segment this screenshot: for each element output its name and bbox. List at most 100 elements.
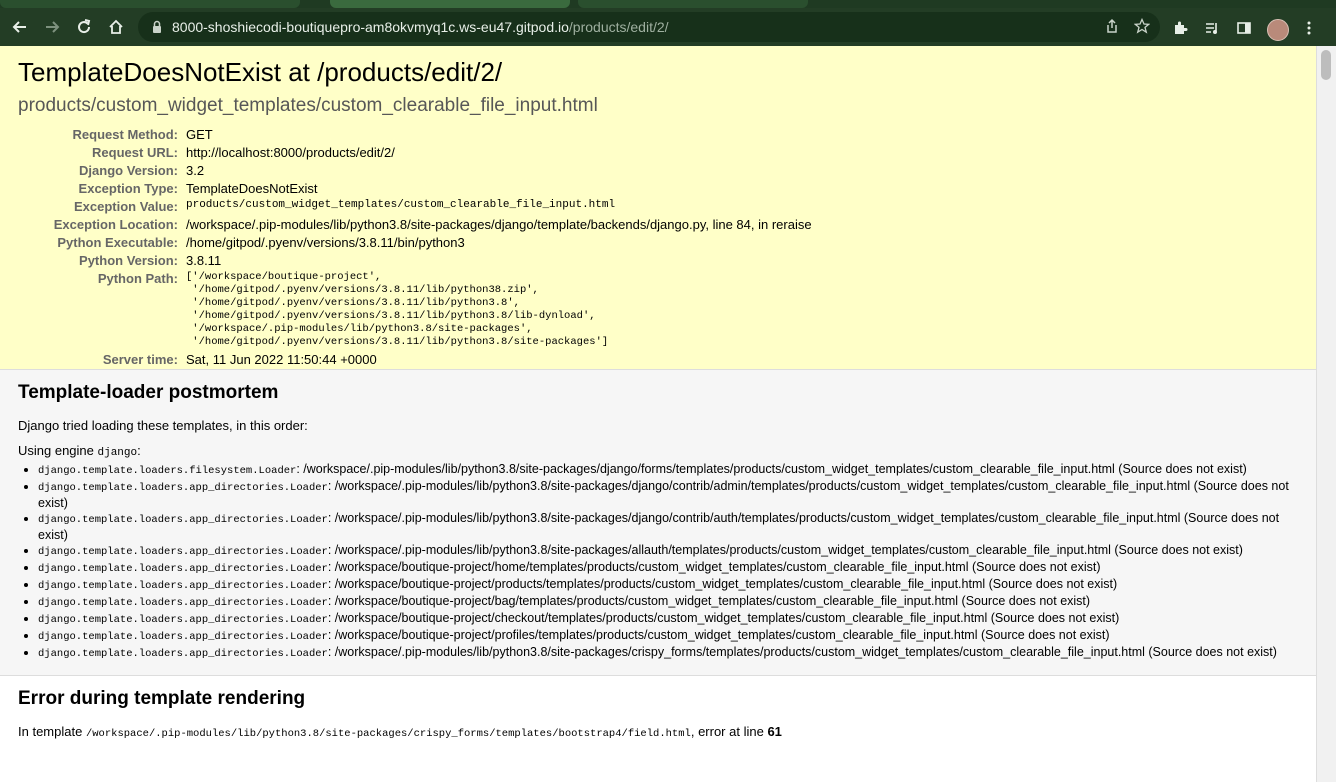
browser-tab-active[interactable]: [330, 0, 570, 8]
browser-toolbar: 8000-shoshiecodi-boutiquepro-am8okvmyq1c…: [0, 8, 1336, 46]
loader-list: django.template.loaders.filesystem.Loade…: [18, 462, 1298, 662]
meta-label: Python Version:: [79, 253, 178, 268]
reload-icon: [78, 19, 91, 34]
profile-avatar[interactable]: [1267, 19, 1289, 41]
meta-value: GET: [186, 127, 213, 142]
reload-button[interactable]: [72, 15, 96, 39]
template-loader-postmortem: Template-loader postmortem Django tried …: [0, 370, 1316, 676]
lock-icon: [153, 20, 161, 33]
loader-path: : /workspace/.pip-modules/lib/python3.8/…: [327, 645, 1277, 659]
exception-value-heading: products/custom_widget_templates/custom_…: [18, 95, 598, 116]
loader-item: django.template.loaders.app_directories.…: [38, 577, 1298, 594]
meta-label: Exception Value:: [73, 199, 178, 214]
browser-tab[interactable]: [0, 0, 300, 8]
meta-row: Python Version: 3.8.11: [18, 252, 812, 270]
meta-row: Exception Type: TemplateDoesNotExist: [18, 180, 812, 198]
rendering-error-heading: Error during template rendering: [18, 688, 306, 709]
browser-menu-button[interactable]: [1299, 18, 1319, 38]
meta-row: Request Method: GET: [18, 126, 812, 144]
postmortem-heading: Template-loader postmortem: [18, 382, 279, 403]
puzzle-icon: [1175, 21, 1188, 34]
error-summary: TemplateDoesNotExist at /products/edit/2…: [0, 46, 1316, 370]
meta-label: Exception Type:: [78, 181, 178, 196]
home-icon: [109, 19, 123, 34]
loader-item: django.template.loaders.app_directories.…: [38, 560, 1298, 577]
loader-class: django.template.loaders.app_directories.…: [38, 514, 328, 526]
meta-row: Exception Value: products/custom_widget_t…: [18, 198, 812, 216]
loader-item: django.template.loaders.app_directories.…: [38, 611, 1298, 628]
meta-value: /home/gitpod/.pyenv/versions/3.8.11/bin/…: [186, 235, 465, 250]
loader-class: django.template.loaders.app_directories.…: [38, 563, 328, 575]
meta-value: products/custom_widget_templates/custom_…: [186, 199, 616, 211]
arrow-right-icon: [46, 21, 60, 33]
rendering-line-number: 61: [767, 724, 782, 739]
request-meta-table: Request Method: GET Request URL: http://lo…: [18, 126, 812, 369]
meta-value: 3.2: [186, 163, 205, 178]
home-button[interactable]: [104, 15, 128, 39]
media-queue-icon: [1206, 23, 1217, 34]
url-text: 8000-shoshiecodi-boutiquepro-am8okvmyq1c…: [172, 19, 669, 35]
loader-class: django.template.loaders.app_directories.…: [38, 546, 328, 558]
side-panel-icon: [1237, 22, 1251, 34]
engine-prefix: Using engine: [18, 443, 98, 458]
meta-value: Sat, 11 Jun 2022 11:50:44 +0000: [186, 352, 377, 367]
tab-strip: [0, 0, 1336, 8]
meta-value: http://localhost:8000/products/edit/2/: [186, 145, 395, 160]
loader-class: django.template.loaders.app_directories.…: [38, 631, 328, 643]
python-path-value: ['/workspace/boutique-project', '/home/g…: [186, 271, 609, 348]
loader-item: django.template.loaders.filesystem.Loade…: [38, 462, 1298, 479]
loader-item: django.template.loaders.app_directories.…: [38, 511, 1298, 543]
meta-value: /workspace/.pip-modules/lib/python3.8/si…: [186, 217, 812, 232]
loader-class: django.template.loaders.filesystem.Loade…: [38, 465, 297, 477]
side-panel-button[interactable]: [1234, 18, 1254, 38]
back-button[interactable]: [8, 15, 32, 39]
scrollbar-thumb[interactable]: [1321, 50, 1331, 80]
meta-row: Exception Location: /workspace/.pip-modul…: [18, 216, 812, 234]
loader-path: : /workspace/boutique-project/profiles/t…: [327, 628, 1110, 642]
loader-path: : /workspace/boutique-project/home/templ…: [327, 560, 1101, 574]
engine-suffix: :: [137, 443, 141, 458]
url-host: 8000-shoshiecodi-boutiquepro-am8okvmyq1c…: [172, 19, 569, 35]
meta-label: Python Path:: [97, 271, 178, 286]
browser-tab[interactable]: [578, 0, 808, 8]
meta-row: Server time: Sat, 11 Jun 2022 11:50:44 +0…: [18, 351, 812, 369]
meta-value: TemplateDoesNotExist: [186, 181, 318, 196]
meta-value: 3.8.11: [186, 253, 222, 268]
meta-row: Django Version: 3.2: [18, 162, 812, 180]
media-button[interactable]: [1202, 18, 1222, 38]
vertical-scrollbar[interactable]: [1316, 46, 1336, 782]
loader-path: : /workspace/boutique-project/products/t…: [327, 577, 1118, 591]
url-path: /products/edit/2/: [568, 19, 669, 35]
meta-label: Request URL:: [92, 145, 178, 160]
loader-item: django.template.loaders.app_directories.…: [38, 628, 1298, 645]
rendering-error-line: In template /workspace/.pip-modules/lib/…: [18, 724, 1298, 740]
forward-button[interactable]: [40, 15, 64, 39]
page-title: TemplateDoesNotExist at /products/edit/2…: [18, 57, 503, 87]
loader-path: : /workspace/.pip-modules/lib/python3.8/…: [327, 543, 1243, 557]
meta-label: Exception Location:: [53, 217, 178, 232]
loader-item: django.template.loaders.app_directories.…: [38, 543, 1298, 560]
kebab-menu-icon: [1307, 21, 1311, 35]
loader-class: django.template.loaders.app_directories.…: [38, 614, 328, 626]
loader-path: : /workspace/boutique-project/checkout/t…: [327, 611, 1120, 625]
postmortem-intro: Django tried loading these templates, in…: [18, 418, 308, 433]
meta-row: Request URL: http://localhost:8000/produc…: [18, 144, 812, 162]
share-icon[interactable]: [1104, 18, 1120, 34]
loader-item: django.template.loaders.app_directories.…: [38, 479, 1298, 511]
loader-item: django.template.loaders.app_directories.…: [38, 645, 1298, 662]
engine-line: Using engine django:: [18, 443, 1298, 459]
meta-label: Python Executable:: [57, 235, 178, 250]
extensions-button[interactable]: [1170, 18, 1190, 38]
rendering-template-path: /workspace/.pip-modules/lib/python3.8/si…: [85, 728, 691, 740]
meta-label: Django Version:: [79, 163, 178, 178]
bookmark-star-icon[interactable]: [1134, 18, 1150, 34]
meta-row: Python Path: ['/workspace/boutique-projec…: [18, 270, 812, 351]
engine-name: django: [97, 447, 138, 459]
rendering-prefix: In template: [18, 724, 86, 739]
page-content: TemplateDoesNotExist at /products/edit/2…: [0, 46, 1316, 782]
loader-class: django.template.loaders.app_directories.…: [38, 648, 328, 660]
loader-class: django.template.loaders.app_directories.…: [38, 482, 328, 494]
address-bar[interactable]: 8000-shoshiecodi-boutiquepro-am8okvmyq1c…: [138, 12, 1160, 42]
meta-label: Request Method:: [72, 127, 178, 142]
loader-class: django.template.loaders.app_directories.…: [38, 597, 328, 609]
